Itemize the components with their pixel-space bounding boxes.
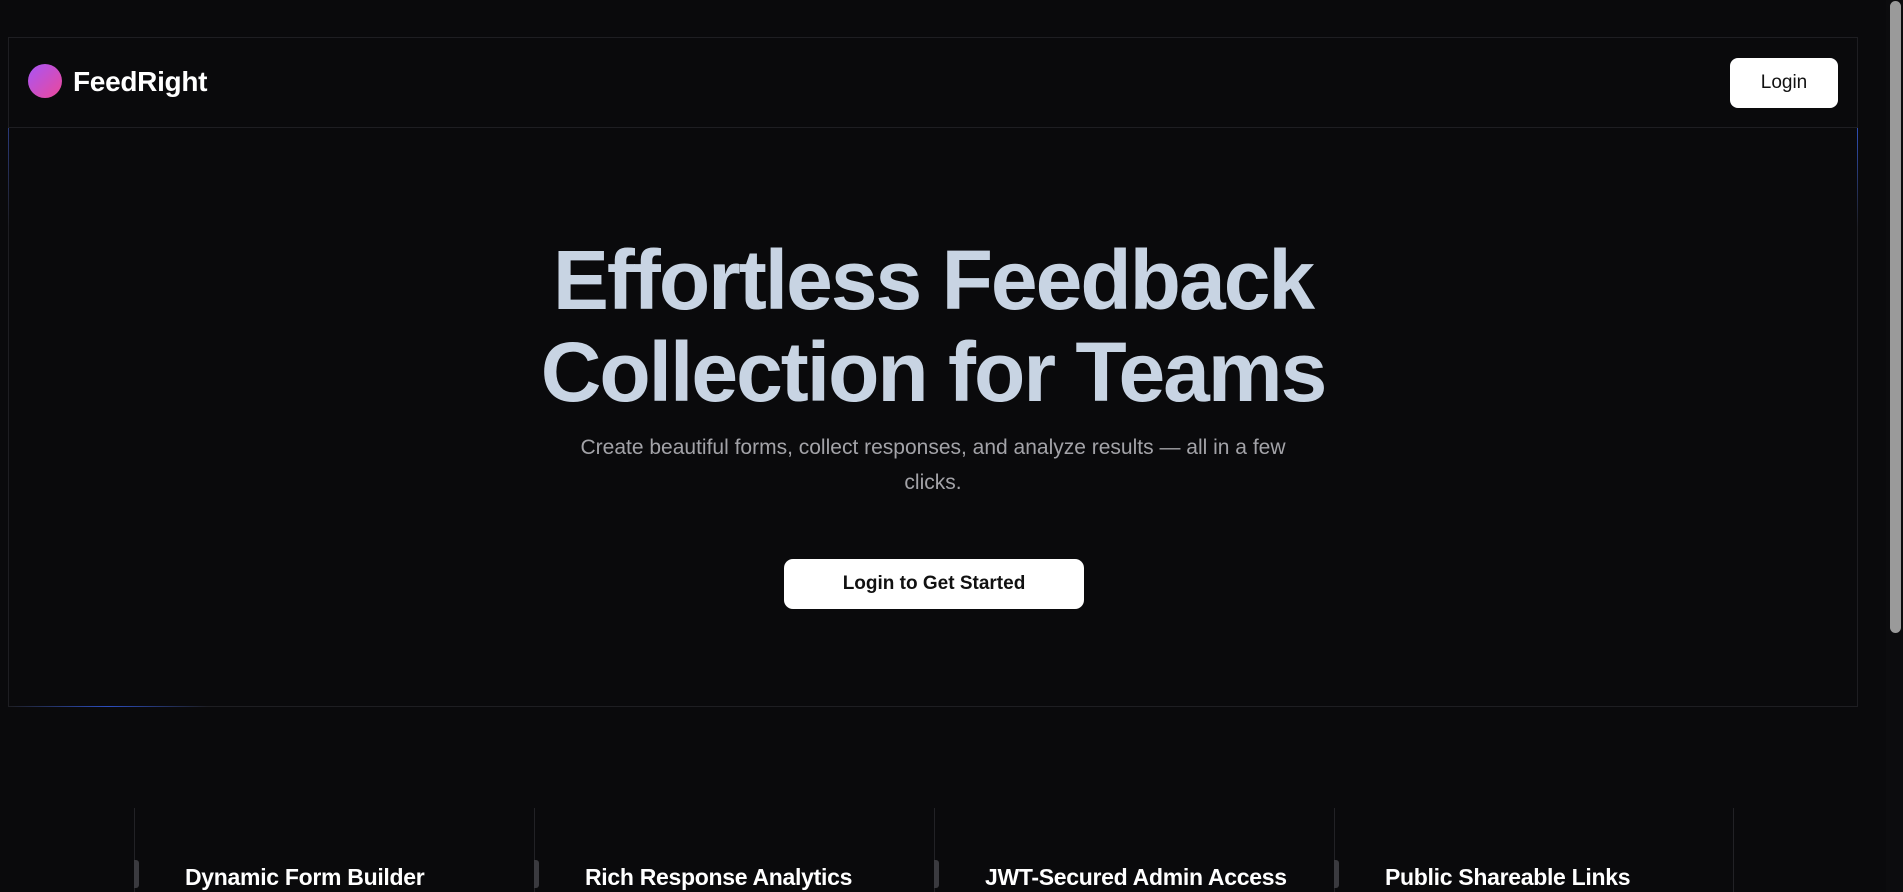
feature-card: Dynamic Form Builder [134, 808, 534, 892]
feature-title: Rich Response Analytics [585, 864, 853, 890]
scrollbar-thumb[interactable] [1890, 1, 1901, 633]
logo-icon[interactable] [28, 64, 62, 98]
feature-card: JWT-Secured Admin Access [934, 808, 1334, 892]
hero-glow-left [8, 128, 9, 228]
feature-title: Dynamic Form Builder [185, 864, 425, 890]
feature-title: JWT-Secured Admin Access [985, 864, 1287, 890]
hero-title: Effortless Feedback Collection for Teams [0, 234, 1866, 418]
brand-name[interactable]: FeedRight [73, 66, 207, 98]
feature-marker [134, 860, 139, 888]
hero-glow-right [1857, 128, 1858, 228]
feature-card: Public Shareable Links [1334, 808, 1734, 892]
scrollbar-track[interactable] [1886, 0, 1903, 892]
feature-marker [534, 860, 539, 888]
login-button[interactable]: Login [1730, 58, 1838, 108]
login-to-get-started-button[interactable]: Login to Get Started [784, 559, 1084, 609]
hero-title-line2: Collection for Teams [540, 325, 1328, 419]
hero-title-line1: Effortless Feedback [552, 233, 1315, 327]
feature-marker [1334, 860, 1339, 888]
hero-subtitle: Create beautiful forms, collect response… [580, 436, 1286, 494]
feature-marker [934, 860, 939, 888]
navbar: FeedRight Login [9, 38, 1857, 128]
feature-title: Public Shareable Links [1385, 864, 1631, 890]
hero-glow-bottom [8, 706, 208, 707]
landing-page: FeedRight Login Effortless Feedback Colle… [0, 0, 1903, 892]
features-section: Dynamic Form Builder Rich Response Analy… [134, 808, 1734, 892]
feature-card: Rich Response Analytics [534, 808, 934, 892]
